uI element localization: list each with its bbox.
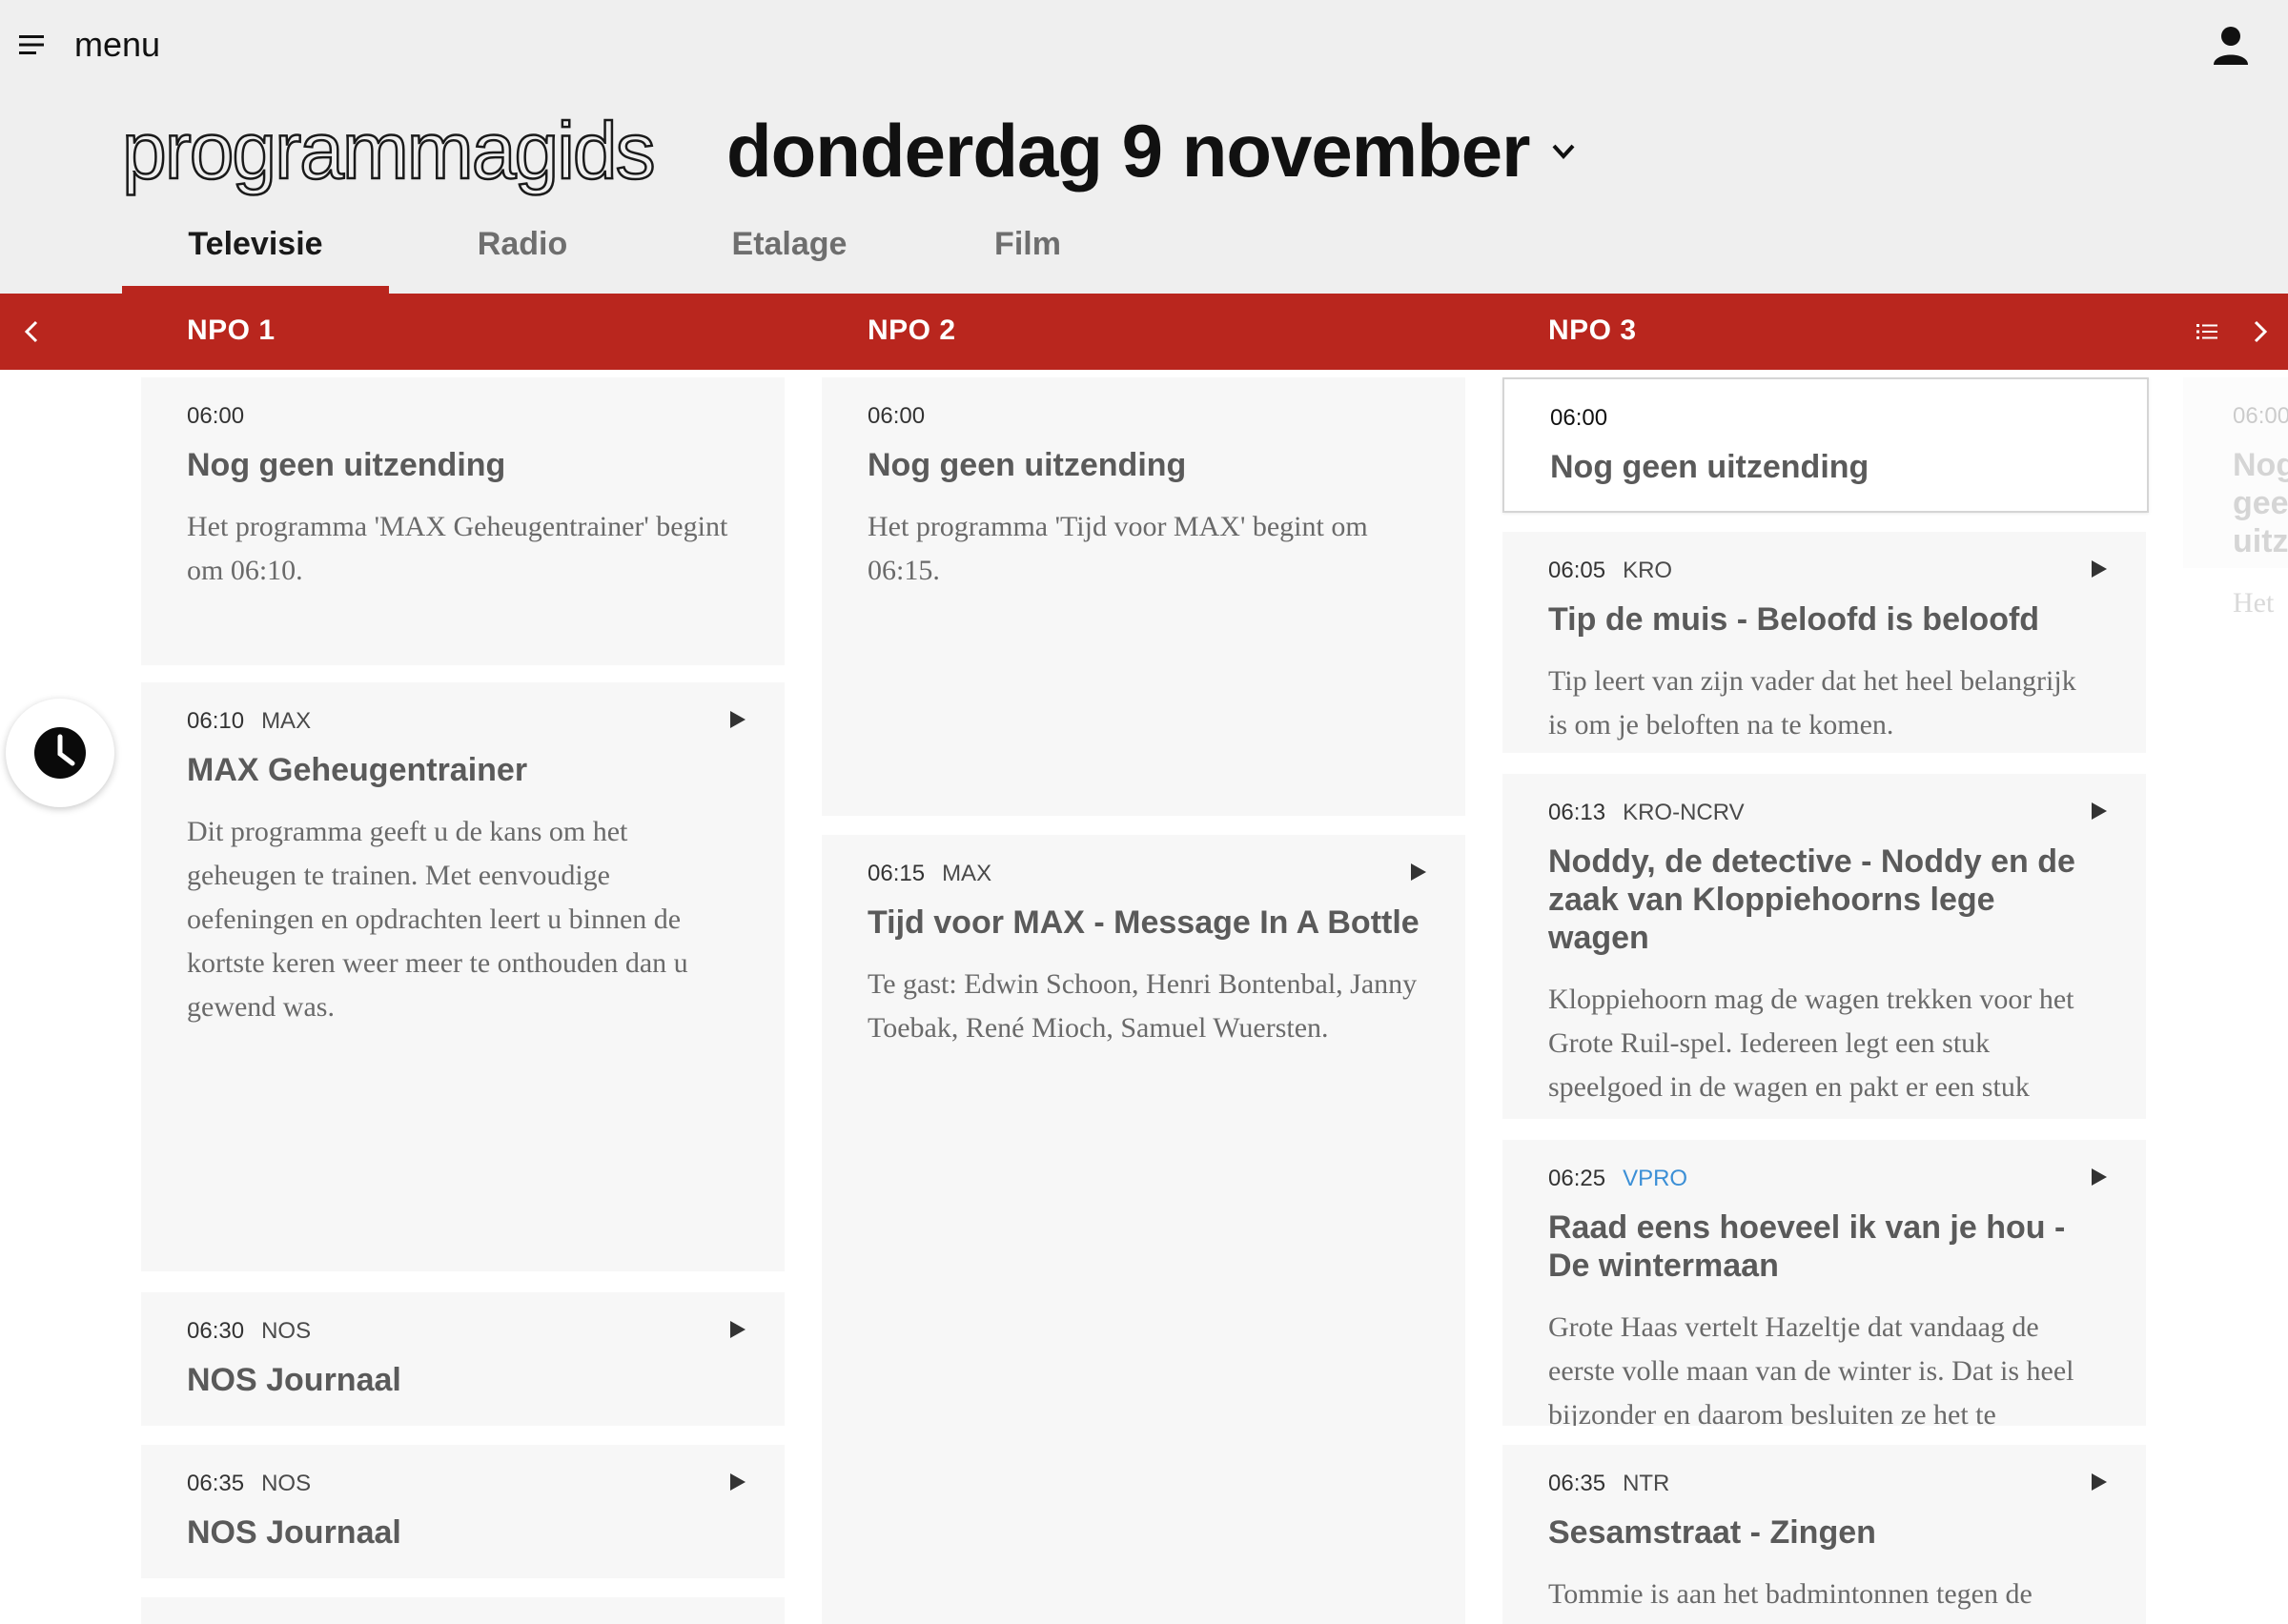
program-card[interactable]: 06:05 KRO Tip de muis - Beloofd is beloof…: [1502, 532, 2146, 753]
tab-etalage[interactable]: Etalage: [656, 214, 923, 294]
program-description: Kloppiehoorn mag de wagen trekken voor h…: [1548, 984, 2074, 1119]
program-card[interactable]: [141, 1597, 785, 1624]
date-selector[interactable]: donderdag 9 november: [726, 103, 1576, 198]
play-icon[interactable]: [1408, 862, 1429, 883]
program-description: Het programma 'Tijd voor MAX' begint om …: [868, 511, 1368, 586]
program-card: 06:00 Nog geen uitzending Het programma: [2183, 377, 2288, 619]
next-channels-button[interactable]: [2237, 294, 2284, 370]
jump-to-now-button[interactable]: [6, 699, 114, 807]
play-icon[interactable]: [2089, 1167, 2110, 1188]
play-icon[interactable]: [2089, 1472, 2110, 1492]
broadcaster[interactable]: VPRO: [1623, 1163, 1687, 1195]
channel-npo3[interactable]: NPO 3: [1548, 315, 1637, 347]
program-title: MAX Geheugentrainer: [187, 752, 528, 788]
program-time: 06:10: [187, 708, 245, 734]
channel-npo2[interactable]: NPO 2: [868, 315, 956, 347]
tab-film[interactable]: Film: [923, 214, 1133, 294]
broadcaster: MAX: [942, 861, 992, 886]
clock-icon: [34, 727, 86, 779]
previous-channels-button[interactable]: [8, 294, 55, 370]
program-time: 06:00: [1550, 405, 1608, 431]
program-card[interactable]: 06:25 VPRO Raad eens hoeveel ik van je ho…: [1502, 1140, 2146, 1426]
broadcaster: MAX: [261, 708, 312, 734]
program-time: 06:13: [1548, 800, 1606, 825]
program-title: Sesamstraat - Zingen: [1548, 1514, 1876, 1551]
program-title: Nog geen uitzending: [868, 447, 1187, 483]
guide-tabs: Televisie Radio Etalage Film: [122, 214, 1133, 294]
program-card[interactable]: 06:35 NOS NOS Journaal: [141, 1445, 785, 1578]
hamburger-icon: [19, 33, 48, 56]
chevron-down-icon: [1551, 143, 1576, 165]
play-icon[interactable]: [2089, 558, 2110, 579]
programmagids-logo: programmagids: [121, 105, 657, 197]
broadcaster: KRO: [1623, 558, 1673, 583]
program-time: 06:00: [187, 403, 245, 429]
program-description: Het programma 'MAX Geheugentrainer' begi…: [187, 511, 728, 586]
broadcaster: KRO-NCRV: [1623, 800, 1745, 825]
program-time: 06:35: [187, 1471, 245, 1496]
menu-button[interactable]: menu: [19, 23, 160, 67]
program-time: 06:30: [187, 1318, 245, 1344]
list-icon: [2196, 324, 2217, 339]
play-icon[interactable]: [727, 709, 748, 730]
program-card[interactable]: 06:00 Nog geen uitzending Het programma …: [141, 377, 785, 665]
next-channel-peek: 06:00 Nog geen uitzending Het programma: [2183, 377, 2288, 625]
program-card[interactable]: 06:35 NTR Sesamstraat - Zingen Tommie is …: [1502, 1445, 2146, 1624]
program-title: NOS Journaal: [187, 1514, 401, 1551]
program-time: 06:25: [1548, 1166, 1606, 1191]
user-icon: [2214, 27, 2248, 65]
program-description: Dit programma geeft u de kans om het geh…: [187, 816, 688, 1023]
program-title: Noddy, de detective - Noddy en de zaak v…: [1548, 843, 2075, 956]
program-card[interactable]: 06:13 KRO-NCRV Noddy, de detective - Nodd…: [1502, 774, 2146, 1119]
program-card[interactable]: 06:15 MAX Tijd voor MAX - Message In A Bo…: [822, 835, 1465, 1624]
program-description: Grote Haas vertelt Hazeltje dat vandaag …: [1548, 1311, 2074, 1426]
play-icon[interactable]: [727, 1472, 748, 1492]
program-time: 06:35: [1548, 1471, 1606, 1496]
program-card[interactable]: 06:00 Nog geen uitzending Het programma …: [822, 377, 1465, 816]
channel-npo1[interactable]: NPO 1: [187, 315, 276, 347]
chevron-right-icon: [2254, 320, 2268, 343]
program-title: Tijd voor MAX - Message In A Bottle: [868, 904, 1420, 941]
broadcaster: NOS: [261, 1318, 312, 1344]
program-title: Tip de muis - Beloofd is beloofd: [1548, 601, 2040, 638]
program-card[interactable]: 06:10 MAX MAX Geheugentrainer Dit program…: [141, 682, 785, 1271]
program-time: 06:00: [2233, 403, 2288, 429]
program-card[interactable]: 06:30 NOS NOS Journaal: [141, 1292, 785, 1426]
tab-radio[interactable]: Radio: [389, 214, 656, 294]
program-time: 06:15: [868, 861, 926, 886]
broadcaster: NTR: [1623, 1471, 1670, 1496]
channel-list-button[interactable]: [2183, 294, 2231, 370]
program-description: Het programma: [2233, 587, 2275, 619]
program-time: 06:05: [1548, 558, 1606, 583]
broadcaster: NOS: [261, 1471, 312, 1496]
channel-bar: NPO 1 NPO 2 NPO 3: [0, 294, 2288, 370]
tab-televisie[interactable]: Televisie: [122, 214, 389, 294]
program-title: Nog geen uitzending: [2233, 447, 2288, 559]
play-icon[interactable]: [727, 1319, 748, 1340]
date-label: donderdag 9 november: [726, 109, 1530, 193]
program-title: Nog geen uitzending: [187, 447, 506, 483]
program-time: 06:00: [868, 403, 926, 429]
play-icon[interactable]: [2089, 801, 2110, 822]
user-account-button[interactable]: [2212, 25, 2256, 69]
program-title: Nog geen uitzending: [1550, 449, 1869, 485]
program-title: Raad eens hoeveel ik van je hou - De win…: [1548, 1209, 2066, 1284]
program-description: Tommie is aan het badmintonnen tegen de: [1548, 1578, 2033, 1610]
page-header: menu programmagids donderdag 9 november …: [0, 0, 2288, 294]
program-title: NOS Journaal: [187, 1362, 401, 1398]
program-description: Tip leert van zijn vader dat het heel be…: [1548, 665, 2076, 741]
menu-label: menu: [74, 25, 161, 64]
program-card-current[interactable]: 06:00 Nog geen uitzending: [1502, 377, 2149, 513]
chevron-left-icon: [24, 320, 38, 343]
program-description: Te gast: Edwin Schoon, Henri Bontenbal, …: [868, 968, 1418, 1044]
